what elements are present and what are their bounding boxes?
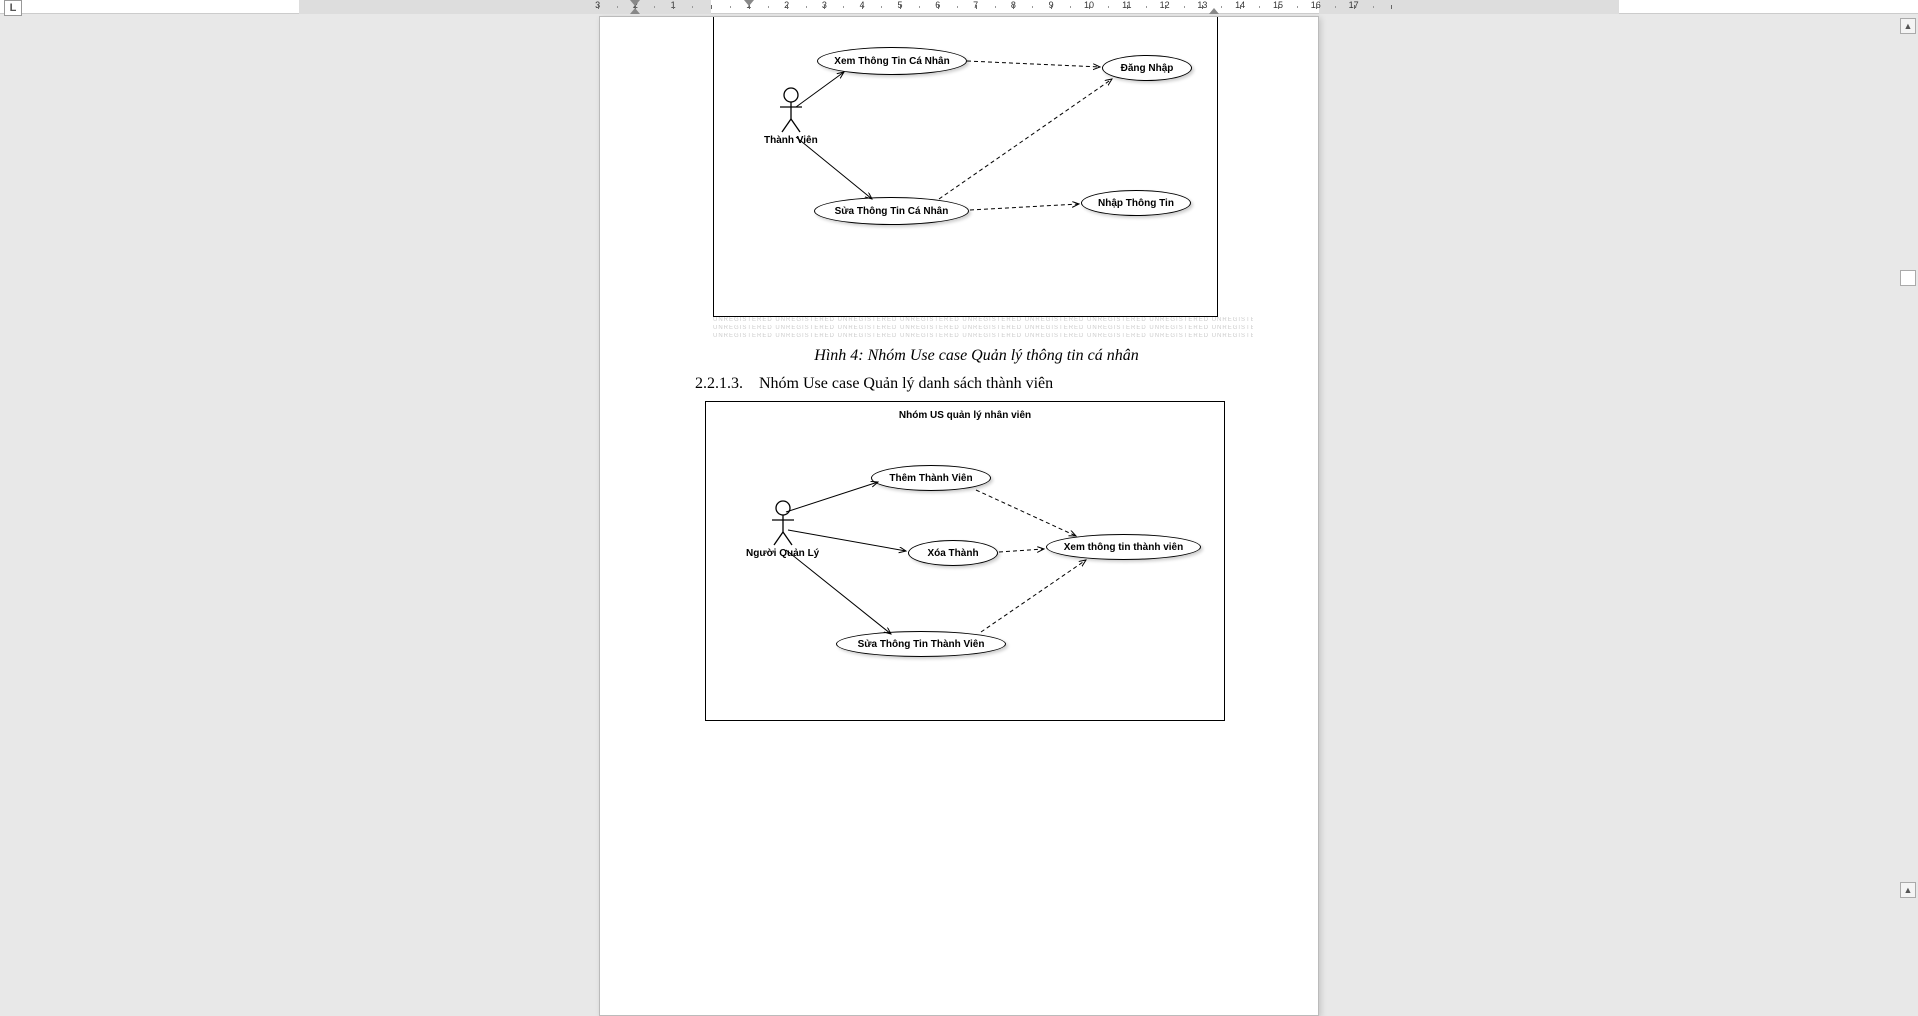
- watermark-text: UNREGISTERED UNREGISTERED UNREGISTERED U…: [713, 317, 1253, 323]
- usecase-edit-member: Sửa Thông Tin Thành Viên: [836, 631, 1006, 657]
- scroll-thumb-marker[interactable]: [1900, 270, 1916, 286]
- scroll-down-button[interactable]: ▲: [1900, 882, 1916, 898]
- usecase-edit-personal-info: Sửa Thông Tin Cá Nhân: [814, 197, 969, 225]
- horizontal-ruler[interactable]: 3211234567891011121314151617: [0, 0, 1918, 14]
- section-number: 2.2.1.3.: [695, 375, 743, 392]
- actor-manager-label: Người Quản Lý: [746, 548, 819, 559]
- actor-member: Thành Viên: [764, 87, 818, 146]
- watermark-text: UNREGISTERED UNREGISTERED UNREGISTERED U…: [713, 325, 1253, 331]
- usecase-add-member: Thêm Thành Viên: [871, 465, 991, 491]
- stick-figure-icon: [770, 500, 796, 546]
- usecase-view-member-info: Xem thông tin thành viên: [1046, 534, 1201, 560]
- tab-stop-indicator[interactable]: L: [4, 0, 22, 16]
- diagram2-title: Nhóm US quản lý nhân viên: [706, 410, 1224, 421]
- actor-manager: Người Quản Lý: [746, 500, 819, 559]
- section-title: Nhóm Use case Quản lý danh sách thành vi…: [759, 375, 1053, 392]
- watermark-text: UNREGISTERED UNREGISTERED UNREGISTERED U…: [713, 333, 1253, 339]
- document-page: Thành Viên Xem Thông Tin Cá Nhân Đăng Nh…: [599, 16, 1319, 1016]
- usecase-delete-member: Xóa Thành: [908, 540, 998, 566]
- usecase-diagram-member-management: Nhóm US quản lý nhân viên Người Quản Lý …: [705, 401, 1225, 721]
- section-heading-2-2-1-3: 2.2.1.3. Nhóm Use case Quản lý danh sách…: [695, 375, 1258, 393]
- usecase-input-info: Nhập Thông Tin: [1081, 190, 1191, 216]
- figure-caption-4: Hình 4: Nhóm Use case Quản lý thông tin …: [695, 347, 1258, 365]
- document-workspace: Thành Viên Xem Thông Tin Cá Nhân Đăng Nh…: [0, 14, 1918, 1016]
- stick-figure-icon: [778, 87, 804, 133]
- scroll-up-button[interactable]: ▲: [1900, 18, 1916, 34]
- actor-member-label: Thành Viên: [764, 135, 818, 146]
- usecase-view-personal-info: Xem Thông Tin Cá Nhân: [817, 47, 967, 75]
- usecase-login: Đăng Nhập: [1102, 55, 1192, 81]
- usecase-diagram-personal-info: Thành Viên Xem Thông Tin Cá Nhân Đăng Nh…: [713, 17, 1218, 317]
